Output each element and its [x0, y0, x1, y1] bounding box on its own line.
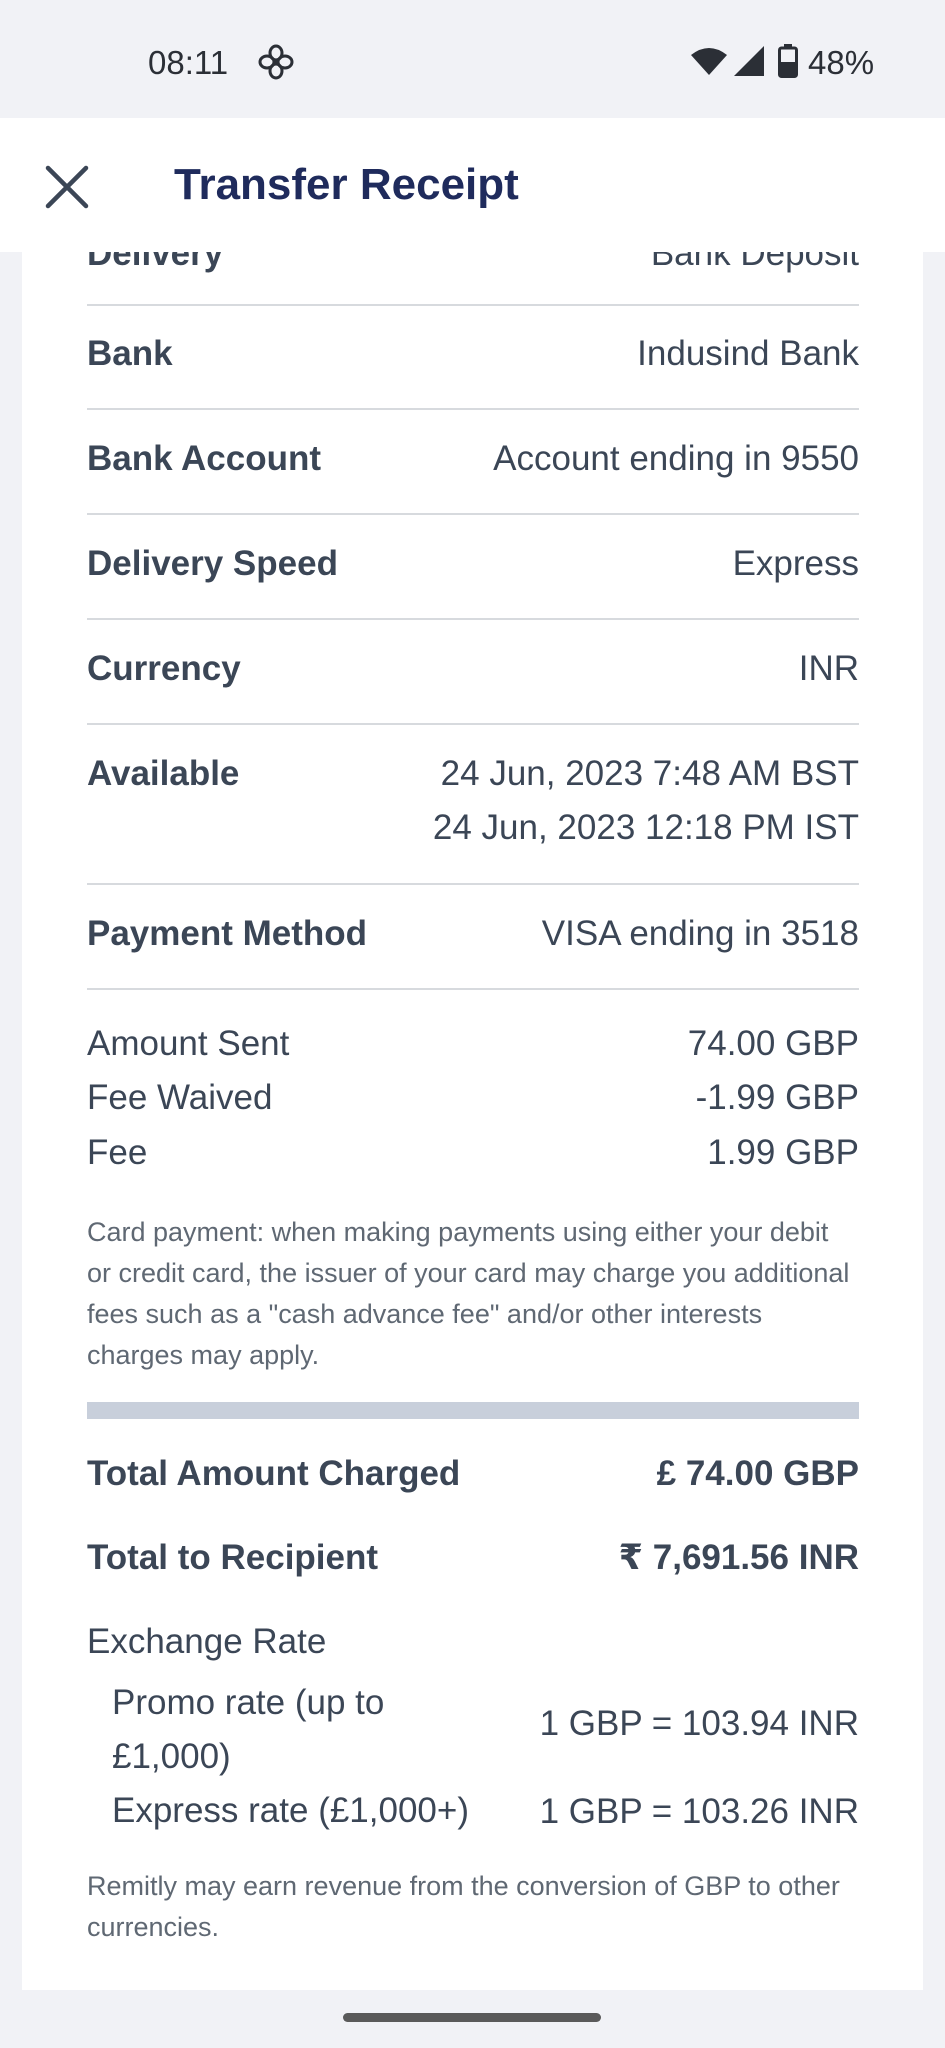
total-recipient-label: Total to Recipient — [87, 1538, 379, 1577]
divider — [87, 513, 859, 515]
payment-method-value: VISA ending in 3518 — [541, 914, 859, 953]
wifi-icon — [691, 48, 727, 75]
total-recipient-value: ₹ 7,691.56 INR — [618, 1538, 859, 1577]
fee-value: 1.99 GBP — [707, 1133, 859, 1172]
total-charged-value: £ 74.00 GBP — [656, 1454, 859, 1493]
bank-value: Indusind Bank — [637, 334, 859, 373]
fee-waived-label: Fee Waived — [87, 1078, 273, 1117]
battery-icon — [778, 44, 798, 78]
amount-sent-label: Amount Sent — [87, 1024, 290, 1063]
battery-percentage: 48% — [808, 44, 875, 81]
divider — [87, 883, 859, 885]
card-payment-note: Card payment: when making payments using… — [87, 1217, 850, 1370]
divider — [87, 408, 859, 410]
delivery-value: Bank Deposit — [650, 252, 859, 273]
home-indicator[interactable] — [343, 2013, 601, 2022]
fee-waived-value: -1.99 GBP — [695, 1078, 859, 1117]
page-title: Transfer Receipt — [174, 160, 519, 209]
promo-rate-label-line2: £1,000) — [112, 1737, 231, 1776]
available-value-bst: 24 Jun, 2023 7:48 AM BST — [440, 754, 859, 793]
express-rate-value: 1 GBP = 103.26 INR — [539, 1792, 859, 1831]
divider — [87, 618, 859, 620]
currency-label: Currency — [87, 649, 241, 688]
available-row: Available 24 Jun, 2023 7:48 AM BST 24 Ju… — [87, 754, 859, 854]
totals-separator — [87, 1402, 859, 1419]
bank-account-value: Account ending in 9550 — [493, 439, 859, 478]
revenue-note: Remitly may earn revenue from the conver… — [87, 1871, 840, 1942]
delivery-speed-label: Delivery Speed — [87, 544, 338, 583]
promo-rate-value: 1 GBP = 103.94 INR — [539, 1704, 859, 1743]
amount-sent-value: 74.00 GBP — [687, 1024, 859, 1063]
fan-icon — [258, 44, 294, 80]
currency-value: INR — [798, 649, 859, 688]
close-icon[interactable] — [44, 164, 90, 210]
available-label: Available — [87, 754, 240, 793]
total-charged-label: Total Amount Charged — [87, 1454, 461, 1493]
available-value-ist: 24 Jun, 2023 12:18 PM IST — [432, 808, 859, 847]
payment-method-label: Payment Method — [87, 914, 368, 953]
delivery-speed-value: Express — [732, 544, 859, 583]
divider — [87, 304, 859, 306]
receipt-card[interactable]: Delivery Bank Deposit Bank Indusind Bank… — [22, 252, 923, 1990]
status-time: 08:11 — [148, 44, 229, 81]
promo-rate-row: Promo rate (up to £1,000) 1 GBP = 103.94… — [112, 1676, 859, 1786]
exchange-rate-title: Exchange Rate — [87, 1622, 327, 1661]
bank-label: Bank — [87, 334, 173, 373]
signal-icon — [734, 46, 764, 76]
fee-label: Fee — [87, 1133, 148, 1172]
promo-rate-label-line1: Promo rate (up to — [112, 1683, 385, 1722]
delivery-label: Delivery — [87, 252, 224, 273]
divider — [87, 723, 859, 725]
divider — [87, 988, 859, 990]
bank-account-label: Bank Account — [87, 439, 322, 478]
express-rate-label: Express rate (£1,000+) — [112, 1791, 469, 1830]
status-bar: 08:11 48% — [0, 0, 945, 118]
